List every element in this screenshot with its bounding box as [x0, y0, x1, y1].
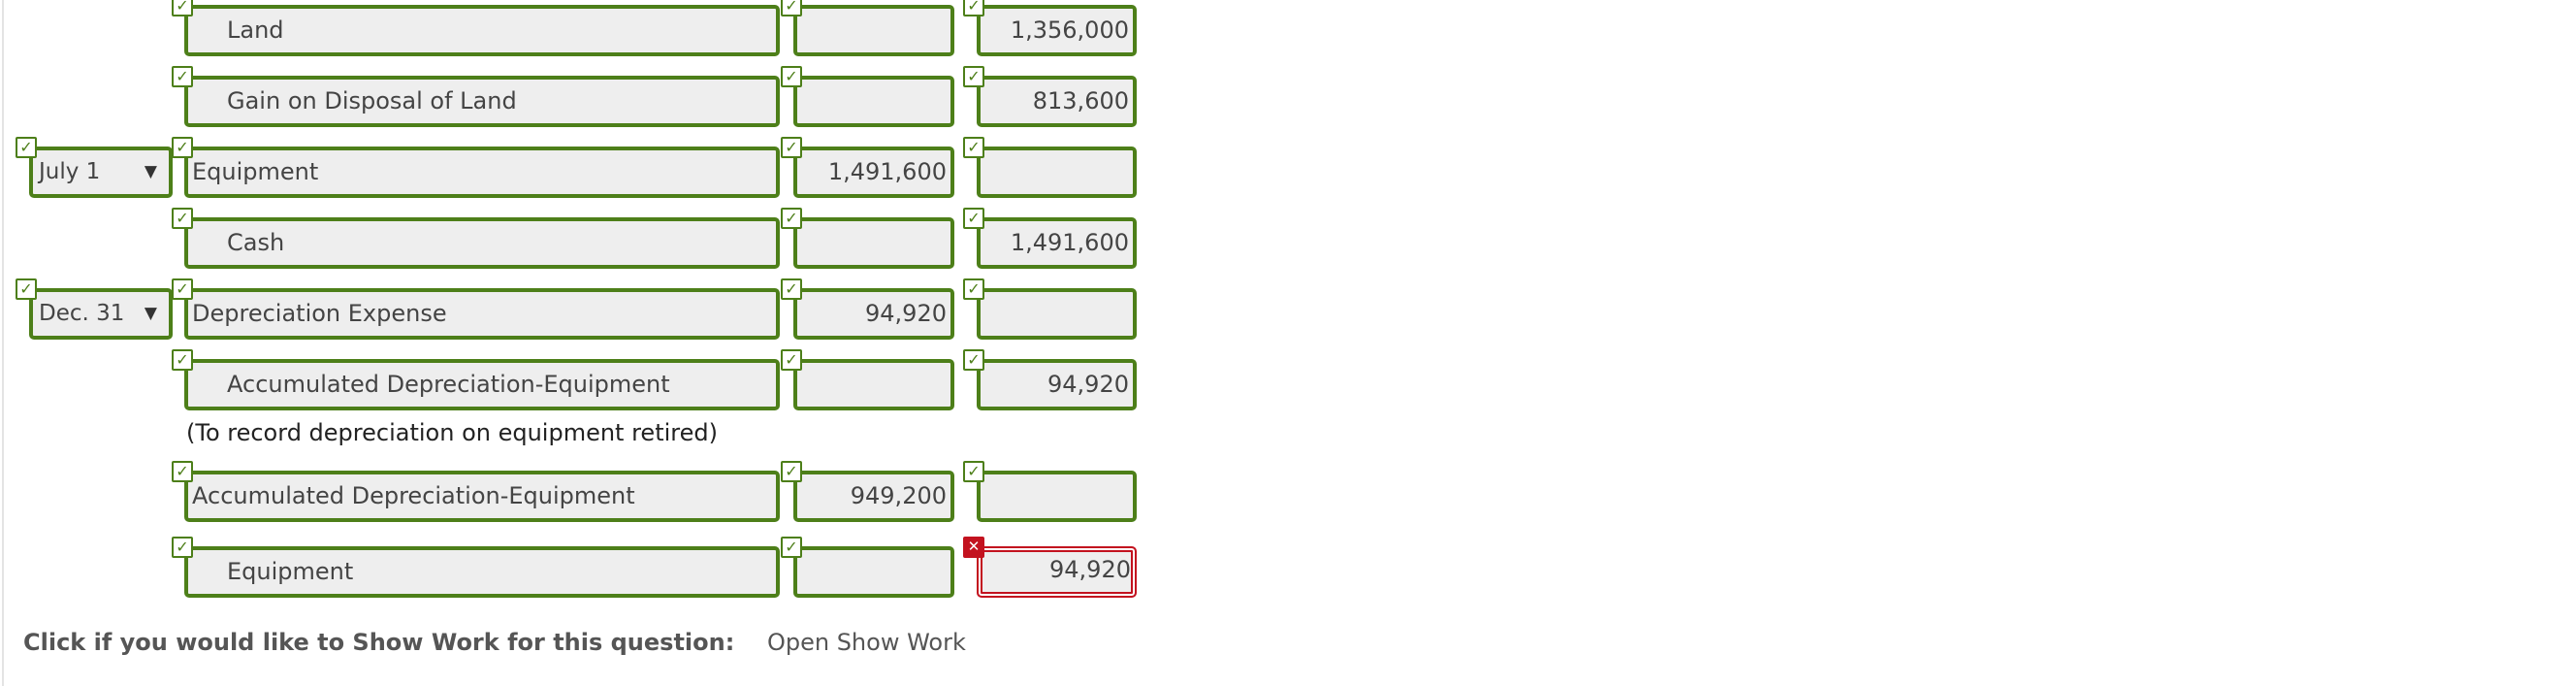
journal-row: Gain on Disposal of Land ✓ ✓ 813,600 ✓ [0, 66, 1164, 128]
debit-field[interactable]: 949,200 [793, 471, 954, 522]
triangle-down-icon: ▼ [144, 304, 157, 323]
credit-field[interactable]: 94,920 [977, 359, 1137, 410]
check-mark-icon: ✓ [781, 537, 802, 558]
check-mark-icon: ✓ [172, 0, 193, 16]
check-mark-icon: ✓ [781, 349, 802, 371]
account-field[interactable]: Accumulated Depreciation-Equipment [184, 359, 780, 410]
date-select-value: July 1 [39, 159, 101, 184]
check-mark-icon: ✓ [16, 278, 37, 300]
debit-field[interactable] [793, 217, 954, 269]
debit-field[interactable]: 94,920 [793, 288, 954, 340]
credit-field-incorrect[interactable]: 94,920 [977, 546, 1137, 598]
date-select[interactable]: Dec. 31 ▼ [29, 288, 173, 340]
credit-field[interactable]: 1,356,000 [977, 5, 1137, 56]
debit-field[interactable] [793, 546, 954, 598]
check-mark-icon: ✓ [781, 208, 802, 229]
show-work-prompt: Click if you would like to Show Work for… [23, 629, 966, 656]
debit-field[interactable] [793, 359, 954, 410]
check-mark-icon: ✓ [963, 349, 984, 371]
account-field[interactable]: Equipment [184, 546, 780, 598]
check-mark-icon: ✓ [172, 278, 193, 300]
journal-row: Equipment ✓ ✓ 94,920 ✕ [0, 537, 1164, 599]
triangle-down-icon: ▼ [144, 162, 157, 181]
debit-field[interactable] [793, 76, 954, 127]
journal-row: Land ✓ ✓ 1,356,000 ✓ [0, 0, 1164, 57]
account-field[interactable]: Depreciation Expense [184, 288, 780, 340]
check-mark-icon: ✓ [963, 0, 984, 16]
check-mark-icon: ✓ [172, 137, 193, 158]
check-mark-icon: ✓ [963, 278, 984, 300]
entry-explanation: (To record depreciation on equipment ret… [186, 419, 718, 446]
check-mark-icon: ✓ [963, 66, 984, 87]
check-mark-icon: ✓ [781, 278, 802, 300]
account-field[interactable]: Gain on Disposal of Land [184, 76, 780, 127]
credit-field[interactable] [977, 147, 1137, 198]
credit-field[interactable]: 1,491,600 [977, 217, 1137, 269]
journal-row: July 1 ▼ ✓ Equipment ✓ 1,491,600 ✓ ✓ [0, 137, 1164, 199]
check-mark-icon: ✓ [963, 461, 984, 482]
journal-row: Cash ✓ ✓ 1,491,600 ✓ [0, 208, 1164, 270]
check-mark-icon: ✓ [781, 66, 802, 87]
date-select-value: Dec. 31 [39, 301, 125, 326]
credit-field[interactable] [977, 288, 1137, 340]
cross-mark-icon: ✕ [963, 537, 984, 558]
journal-row: Dec. 31 ▼ ✓ Depreciation Expense ✓ 94,92… [0, 278, 1164, 341]
show-work-label: Click if you would like to Show Work for… [23, 629, 735, 656]
check-mark-icon: ✓ [963, 137, 984, 158]
check-mark-icon: ✓ [781, 137, 802, 158]
account-field[interactable]: Equipment [184, 147, 780, 198]
date-select[interactable]: July 1 ▼ [29, 147, 173, 198]
journal-row: Accumulated Depreciation-Equipment ✓ ✓ 9… [0, 349, 1164, 411]
check-mark-icon: ✓ [963, 208, 984, 229]
journal-row: Accumulated Depreciation-Equipment ✓ 949… [0, 461, 1164, 523]
credit-field[interactable] [977, 471, 1137, 522]
open-show-work-link[interactable]: Open Show Work [767, 629, 966, 656]
debit-field[interactable]: 1,491,600 [793, 147, 954, 198]
check-mark-icon: ✓ [781, 0, 802, 16]
debit-field[interactable] [793, 5, 954, 56]
check-mark-icon: ✓ [172, 208, 193, 229]
account-field[interactable]: Accumulated Depreciation-Equipment [184, 471, 780, 522]
check-mark-icon: ✓ [16, 137, 37, 158]
check-mark-icon: ✓ [172, 461, 193, 482]
credit-field[interactable]: 813,600 [977, 76, 1137, 127]
check-mark-icon: ✓ [781, 461, 802, 482]
account-field[interactable]: Cash [184, 217, 780, 269]
account-field[interactable]: Land [184, 5, 780, 56]
check-mark-icon: ✓ [172, 349, 193, 371]
check-mark-icon: ✓ [172, 66, 193, 87]
check-mark-icon: ✓ [172, 537, 193, 558]
